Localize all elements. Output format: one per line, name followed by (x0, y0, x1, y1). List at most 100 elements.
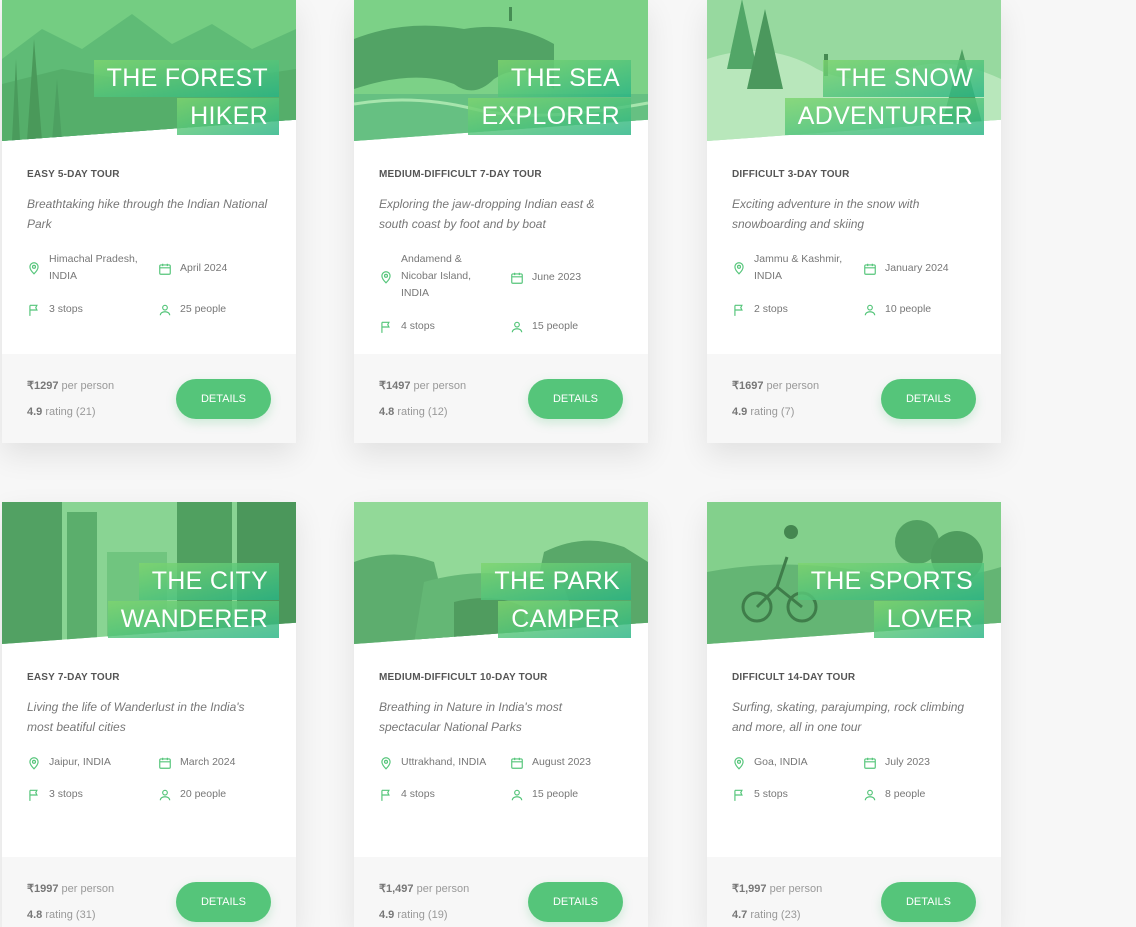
location-line: INDIA (49, 270, 78, 282)
card-picture: The Snow Adventurer (707, 0, 1001, 141)
card-picture: The Sea Explorer (354, 0, 648, 141)
tour-title-line1: The Forest (93, 60, 279, 97)
tour-description: Breathing in Nature in India's most spec… (379, 700, 563, 734)
tour-card: The Snow Adventurer Difficult 3-day tour… (707, 0, 1001, 443)
calendar-icon (864, 263, 876, 275)
details-button[interactable]: Details (176, 882, 271, 922)
tour-card: The Sea Explorer Medium-difficult 7-day … (354, 0, 648, 443)
tour-card: The City Wanderer Easy 7-day tour Living… (2, 502, 296, 927)
tour-title: The City Wanderer (107, 563, 279, 638)
location-line: Uttrakhand, INDIA (401, 756, 487, 768)
tour-title-line1: The Park (481, 563, 631, 600)
location-line: INDIA (754, 270, 783, 282)
tour-description: Breathtaking hike through the Indian Nat… (27, 197, 268, 231)
card-footer: ₹1,497 per person 4.9 rating (19) Detail… (354, 857, 648, 927)
location-line: Himachal Pradesh, (49, 253, 138, 265)
tour-rating: 4.9 rating (7) (732, 406, 795, 418)
tour-difficulty: Medium-difficult 7-day tour (379, 169, 542, 180)
card-footer: ₹1497 per person 4.8 rating (12) Details (354, 354, 648, 443)
location-line: Nicobar Island, (401, 270, 472, 282)
tour-title-line2: Adventurer (784, 98, 984, 135)
map-pin-icon (381, 270, 391, 284)
tour-stops: 3 stops (27, 786, 83, 803)
card-picture: The City Wanderer (2, 502, 296, 644)
details-button[interactable]: Details (528, 379, 623, 419)
flag-icon (734, 304, 743, 316)
details-button[interactable]: Details (528, 882, 623, 922)
tour-title: The Park Camper (481, 563, 631, 638)
user-icon (864, 789, 876, 800)
tour-rating: 4.8 rating (12) (379, 406, 448, 418)
location-line: INDIA (401, 287, 430, 299)
tour-people: 15 people (510, 318, 578, 335)
card-picture: The Sports Lover (707, 502, 1001, 644)
tour-title: The Snow Adventurer (784, 60, 984, 135)
tour-stops: 4 stops (379, 318, 435, 335)
user-icon (159, 304, 171, 315)
user-icon (864, 304, 876, 315)
tour-card: The Forest Hiker Easy 5-day tour Breatht… (2, 0, 296, 443)
tour-date: August 2023 (510, 754, 591, 771)
tour-description: Exploring the jaw-dropping Indian east &… (379, 197, 595, 231)
tour-title: The Sports Lover (797, 563, 984, 638)
tour-title-line2: Explorer (468, 98, 631, 135)
calendar-icon (511, 757, 523, 769)
tour-title: The Sea Explorer (468, 60, 631, 135)
card-details: Difficult 14-day tour Surfing, skating, … (707, 644, 1001, 857)
tour-location: Jaipur, INDIA (27, 754, 111, 771)
map-pin-icon (29, 756, 39, 770)
map-pin-icon (29, 262, 39, 275)
tour-people: 25 people (158, 301, 226, 318)
tour-location: Uttrakhand, INDIA (379, 754, 486, 771)
tour-difficulty: Easy 5-day tour (27, 169, 120, 180)
details-button[interactable]: Details (176, 379, 271, 419)
tour-date: March 2024 (158, 754, 235, 771)
tour-location: Himachal Pradesh, INDIA (27, 251, 138, 285)
details-button[interactable]: Details (881, 882, 976, 922)
tour-description: Exciting adventure in the snow with snow… (732, 197, 920, 231)
details-button[interactable]: Details (881, 379, 976, 419)
user-icon (511, 321, 523, 332)
calendar-icon (159, 757, 171, 769)
tour-location: Andamend & Nicobar Island, INDIA (379, 251, 471, 302)
flag-icon (29, 304, 38, 316)
map-pin-icon (381, 756, 391, 770)
card-details: Easy 5-day tour Breathtaking hike throug… (2, 141, 296, 354)
tour-people: 8 people (863, 786, 925, 803)
location-line: Goa, INDIA (754, 756, 808, 768)
location-line: Jammu & Kashmir, (754, 253, 843, 265)
tour-title-line2: Wanderer (107, 601, 279, 638)
tour-title-line1: The Snow (822, 60, 984, 97)
calendar-icon (864, 757, 876, 769)
card-details: Easy 7-day tour Living the life of Wande… (2, 644, 296, 857)
tour-price: ₹1697 per person (732, 380, 820, 392)
tour-title-line1: The Sea (497, 60, 631, 97)
tour-people: 15 people (510, 786, 578, 803)
tour-card: The Sports Lover Difficult 14-day tour S… (707, 502, 1001, 927)
tour-difficulty: Difficult 3-day tour (732, 169, 850, 180)
tour-price: ₹1,997 per person (732, 883, 823, 895)
tour-rating: 4.7 rating (23) (732, 909, 801, 921)
tour-title: The Forest Hiker (93, 60, 279, 135)
card-footer: ₹1,997 per person 4.7 rating (23) Detail… (707, 857, 1001, 927)
calendar-icon (159, 263, 171, 275)
map-pin-icon (734, 756, 744, 770)
tour-title-line1: The City (138, 563, 279, 600)
tour-location: Goa, INDIA (732, 754, 808, 771)
tour-title-line1: The Sports (797, 563, 984, 600)
location-line: Andamend & (401, 253, 462, 265)
tour-difficulty: Easy 7-day tour (27, 672, 120, 683)
card-footer: ₹1697 per person 4.9 rating (7) Details (707, 354, 1001, 443)
tour-people: 20 people (158, 786, 226, 803)
tour-date: June 2023 (510, 269, 581, 286)
map-pin-icon (734, 262, 744, 275)
tour-rating: 4.9 rating (21) (27, 406, 96, 418)
tour-difficulty: Medium-difficult 10-day tour (379, 672, 548, 683)
tour-people: 10 people (863, 301, 931, 318)
tour-date: July 2023 (863, 754, 930, 771)
tour-stops: 4 stops (379, 786, 435, 803)
tour-stops: 5 stops (732, 786, 788, 803)
user-icon (511, 789, 523, 800)
tour-location: Jammu & Kashmir, INDIA (732, 251, 842, 285)
tour-date: April 2024 (158, 260, 227, 277)
